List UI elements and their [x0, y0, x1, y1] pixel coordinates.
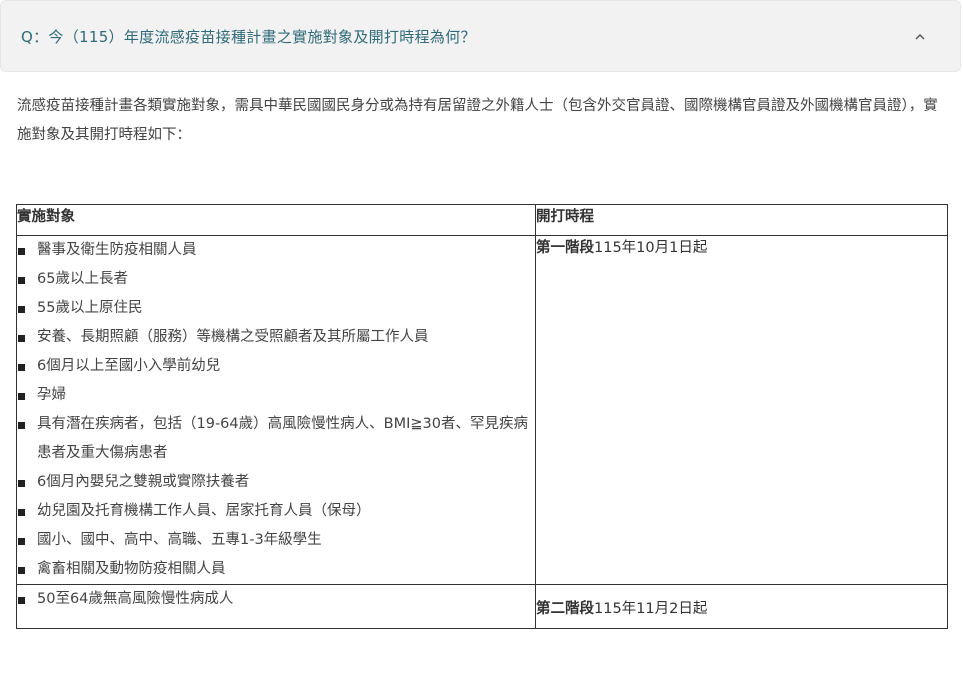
- list-item: 6個月內嬰兒之雙親或實際扶養者: [17, 468, 535, 497]
- table-row: 醫事及衛生防疫相關人員 65歲以上長者 55歲以上原住民 安養、長期照顧（服務）…: [16, 235, 948, 585]
- schedule-table: 實施對象 開打時程 醫事及衛生防疫相關人員 65歲以上長者 55歲以上原住民 安…: [16, 204, 948, 629]
- timing-cell: 第二階段115年11月2日起: [535, 584, 948, 629]
- table-row: 50至64歲無高風險慢性病成人 第二階段115年11月2日起: [16, 584, 948, 629]
- list-item: 醫事及衛生防疫相關人員: [17, 236, 535, 265]
- start-date: 115年11月2日起: [594, 601, 708, 617]
- stage-label: 第二階段: [536, 601, 594, 617]
- list-item: 禽畜相關及動物防疫相關人員: [17, 555, 535, 584]
- faq-question[interactable]: Q：今（115）年度流感疫苗接種計畫之實施對象及開打時程為何？: [21, 26, 476, 47]
- intro-paragraph: 流感疫苗接種計畫各類實施對象，需具中華民國國民身分或為持有居留證之外籍人士（包含…: [17, 98, 938, 143]
- table-header-row: 實施對象 開打時程: [16, 204, 948, 236]
- list-item: 50至64歲無高風險慢性病成人: [17, 585, 535, 614]
- list-item: 65歲以上長者: [17, 265, 535, 294]
- chevron-up-icon[interactable]: [907, 24, 933, 50]
- timing-cell: 第一階段115年10月1日起: [535, 235, 948, 585]
- list-item: 安養、長期照顧（服務）等機構之受照顧者及其所屬工作人員: [17, 323, 535, 352]
- list-item: 55歲以上原住民: [17, 294, 535, 323]
- start-date: 115年10月1日起: [594, 240, 708, 256]
- faq-item-header[interactable]: Q：今（115）年度流感疫苗接種計畫之實施對象及開打時程為何？: [0, 0, 961, 72]
- list-item: 國小、國中、高中、高職、五專1-3年級學生: [17, 526, 535, 555]
- list-item: 孕婦: [17, 381, 535, 410]
- stage-label: 第一階段: [536, 240, 594, 256]
- list-item: 幼兒園及托育機構工作人員、居家托育人員（保母）: [17, 497, 535, 526]
- list-item: 具有潛在疾病者，包括（19-64歲）高風險慢性病人、BMI≧30者、罕見疾病患者…: [17, 410, 535, 468]
- targets-cell: 醫事及衛生防疫相關人員 65歲以上長者 55歲以上原住民 安養、長期照顧（服務）…: [16, 235, 536, 585]
- column-header-timing: 開打時程: [535, 204, 948, 236]
- targets-cell: 50至64歲無高風險慢性病成人: [16, 584, 536, 629]
- target-list: 50至64歲無高風險慢性病成人: [17, 585, 535, 614]
- column-header-targets: 實施對象: [16, 204, 536, 236]
- target-list: 醫事及衛生防疫相關人員 65歲以上長者 55歲以上原住民 安養、長期照顧（服務）…: [17, 236, 535, 584]
- list-item: 6個月以上至國小入學前幼兒: [17, 352, 535, 381]
